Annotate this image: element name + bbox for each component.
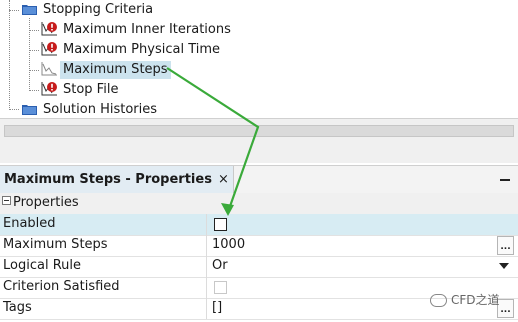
watermark: CFD之道 [430, 291, 500, 308]
logical-rule-select[interactable]: Or [212, 256, 228, 276]
tree-node-label: Stopping Criteria [43, 2, 154, 17]
tree-guide-line [29, 50, 39, 51]
tree-guide-line [29, 70, 39, 71]
property-row-enabled: Enabled [0, 214, 518, 236]
tree-node-label: Stop File [63, 82, 119, 97]
tags-value[interactable]: [] [212, 298, 222, 318]
tree-guide-line [29, 90, 39, 91]
edit-ellipsis-button[interactable]: ... [497, 299, 514, 318]
property-row-logical-rule: Logical Rule Or [0, 256, 518, 278]
collapse-icon[interactable] [2, 196, 11, 205]
tree-guide-line [29, 18, 30, 91]
section-header-properties[interactable]: Properties [0, 193, 518, 215]
criterion-warning-icon [41, 82, 57, 96]
tree-guide-line [9, 10, 19, 11]
edit-ellipsis-button[interactable]: ... [497, 236, 514, 255]
horizontal-scrollbar[interactable] [4, 125, 514, 137]
tree-scroll-area [0, 118, 518, 163]
criterion-warning-icon [41, 22, 57, 36]
tree-node-label: Maximum Physical Time [63, 42, 221, 57]
property-name: Enabled [3, 216, 56, 231]
folder-icon [22, 105, 37, 115]
tree-guide-line [9, 109, 19, 110]
property-name: Maximum Steps [3, 237, 108, 252]
folder-icon [22, 5, 37, 15]
section-label: Properties [2, 193, 79, 213]
tree-node-label: Solution Histories [43, 102, 158, 117]
criterion-satisfied-checkbox [214, 281, 227, 294]
property-row-maximum-steps: Maximum Steps 1000 ... [0, 235, 518, 257]
minimize-icon[interactable] [500, 179, 510, 181]
property-name: Tags [3, 300, 32, 315]
tab-properties[interactable]: Maximum Steps - Properties × [0, 166, 234, 194]
tree-guide-line [9, 0, 10, 110]
criterion-chart-icon [41, 62, 57, 76]
close-icon[interactable]: × [218, 172, 229, 187]
criterion-warning-icon [41, 42, 57, 56]
maximum-steps-value[interactable]: 1000 [212, 235, 245, 255]
column-divider[interactable] [206, 214, 207, 319]
tree-node-label: Maximum Inner Iterations [63, 22, 231, 37]
tree-node-label: Maximum Steps [60, 61, 171, 79]
chevron-down-icon[interactable] [499, 263, 509, 269]
chat-bubble-icon [430, 294, 447, 307]
watermark-text: CFD之道 [451, 293, 500, 307]
property-name: Criterion Satisfied [3, 279, 120, 294]
section-label-text: Properties [13, 195, 79, 210]
properties-tab-bar: Maximum Steps - Properties × [0, 165, 518, 195]
property-name: Logical Rule [3, 258, 81, 273]
tree-guide-line [29, 30, 39, 31]
tab-title: Maximum Steps - Properties [4, 172, 212, 187]
enabled-checkbox[interactable] [214, 218, 227, 231]
